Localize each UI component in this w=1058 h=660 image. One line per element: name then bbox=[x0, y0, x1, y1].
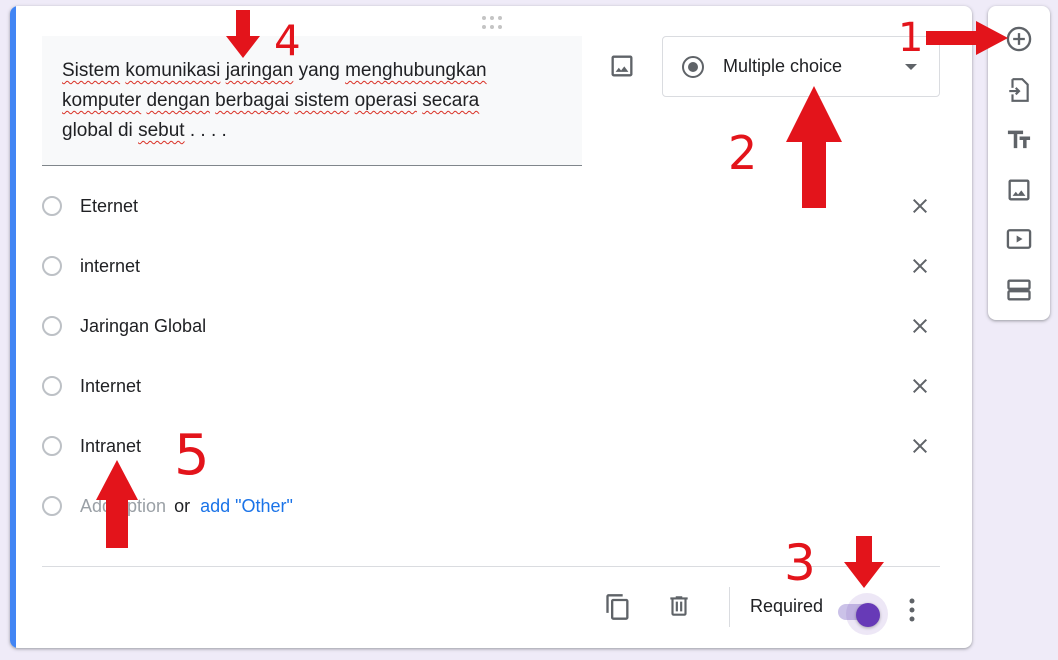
question-word: . . . . bbox=[184, 120, 227, 141]
import-icon bbox=[1009, 78, 1029, 102]
option-row: internet bbox=[40, 236, 940, 296]
question-word: global di bbox=[62, 120, 139, 141]
radio-button-icon bbox=[682, 55, 704, 78]
annotation-number: 2 bbox=[728, 126, 758, 180]
radio-circle-icon bbox=[42, 376, 62, 396]
radio-circle-icon bbox=[42, 436, 62, 456]
close-icon[interactable] bbox=[908, 194, 932, 218]
question-word: berbagai bbox=[215, 90, 290, 111]
radio-circle-icon bbox=[42, 256, 62, 276]
question-type-label: Multiple choice bbox=[723, 56, 843, 76]
option-input[interactable]: Jaringan Global bbox=[80, 316, 206, 337]
section-icon bbox=[1007, 279, 1031, 301]
question-word: menghubungkan bbox=[345, 60, 487, 81]
radio-circle-icon bbox=[42, 316, 62, 336]
image-icon bbox=[611, 55, 633, 77]
or-label: or bbox=[174, 495, 191, 516]
option-input[interactable]: Intranet bbox=[80, 436, 141, 457]
option-row: Jaringan Global bbox=[40, 296, 940, 356]
duplicate-icon[interactable] bbox=[604, 592, 632, 622]
annotation-number: 3 bbox=[784, 534, 816, 592]
question-word: komunikasi bbox=[125, 60, 221, 81]
add-video-button[interactable] bbox=[1005, 225, 1033, 253]
option-input[interactable]: internet bbox=[80, 256, 140, 277]
question-word: komputer bbox=[62, 90, 142, 111]
add-section-button[interactable] bbox=[1005, 276, 1033, 304]
question-word: sistem bbox=[294, 90, 350, 111]
more-vert-icon[interactable] bbox=[906, 597, 918, 623]
radio-circle-icon bbox=[42, 196, 62, 216]
close-icon[interactable] bbox=[908, 434, 932, 458]
close-icon[interactable] bbox=[908, 254, 932, 278]
arrow-up-annotation bbox=[786, 86, 842, 208]
close-icon[interactable] bbox=[908, 374, 932, 398]
drag-handle-icon[interactable] bbox=[482, 16, 504, 30]
question-word: secara bbox=[422, 90, 480, 111]
required-label: Required bbox=[750, 596, 824, 616]
annotation-number: 5 bbox=[174, 423, 210, 488]
question-word: dengan bbox=[146, 90, 210, 111]
add-other-link[interactable]: add "Other" bbox=[200, 496, 293, 517]
question-word: yang bbox=[293, 60, 346, 81]
image-icon bbox=[1008, 179, 1030, 201]
close-icon[interactable] bbox=[908, 314, 932, 338]
title-text-icon bbox=[1007, 130, 1031, 149]
add-image-button[interactable] bbox=[1005, 176, 1033, 204]
add-title-button[interactable] bbox=[1005, 126, 1033, 154]
required-toggle[interactable] bbox=[836, 593, 888, 635]
annotation-number: 1 bbox=[898, 15, 924, 61]
question-title-input[interactable]: Sistem komunikasi jaringan yang menghubu… bbox=[42, 36, 582, 166]
question-word: operasi bbox=[354, 90, 417, 111]
question-footer: Required bbox=[10, 567, 972, 647]
video-icon bbox=[1006, 229, 1032, 249]
radio-circle-icon bbox=[42, 496, 62, 516]
add-circle-icon bbox=[1006, 26, 1032, 52]
import-questions-button[interactable] bbox=[1005, 76, 1033, 104]
arrow-up-annotation bbox=[96, 460, 138, 548]
arrow-down-annotation bbox=[226, 10, 260, 58]
arrow-right-annotation bbox=[926, 21, 1008, 55]
caret-down-icon bbox=[905, 64, 917, 70]
arrow-down-annotation bbox=[844, 536, 884, 588]
question-word: sebut bbox=[138, 120, 185, 141]
delete-icon[interactable] bbox=[666, 592, 692, 620]
footer-separator bbox=[729, 587, 730, 627]
card-accent-bar bbox=[10, 6, 16, 648]
annotation-number: 4 bbox=[274, 16, 301, 65]
option-input[interactable]: Internet bbox=[80, 376, 141, 397]
option-input[interactable]: Eternet bbox=[80, 196, 138, 217]
option-row: Internet bbox=[40, 356, 940, 416]
add-question-button[interactable] bbox=[1005, 25, 1033, 53]
question-word: Sistem bbox=[62, 60, 121, 81]
add-image-to-question-button[interactable] bbox=[608, 52, 636, 80]
